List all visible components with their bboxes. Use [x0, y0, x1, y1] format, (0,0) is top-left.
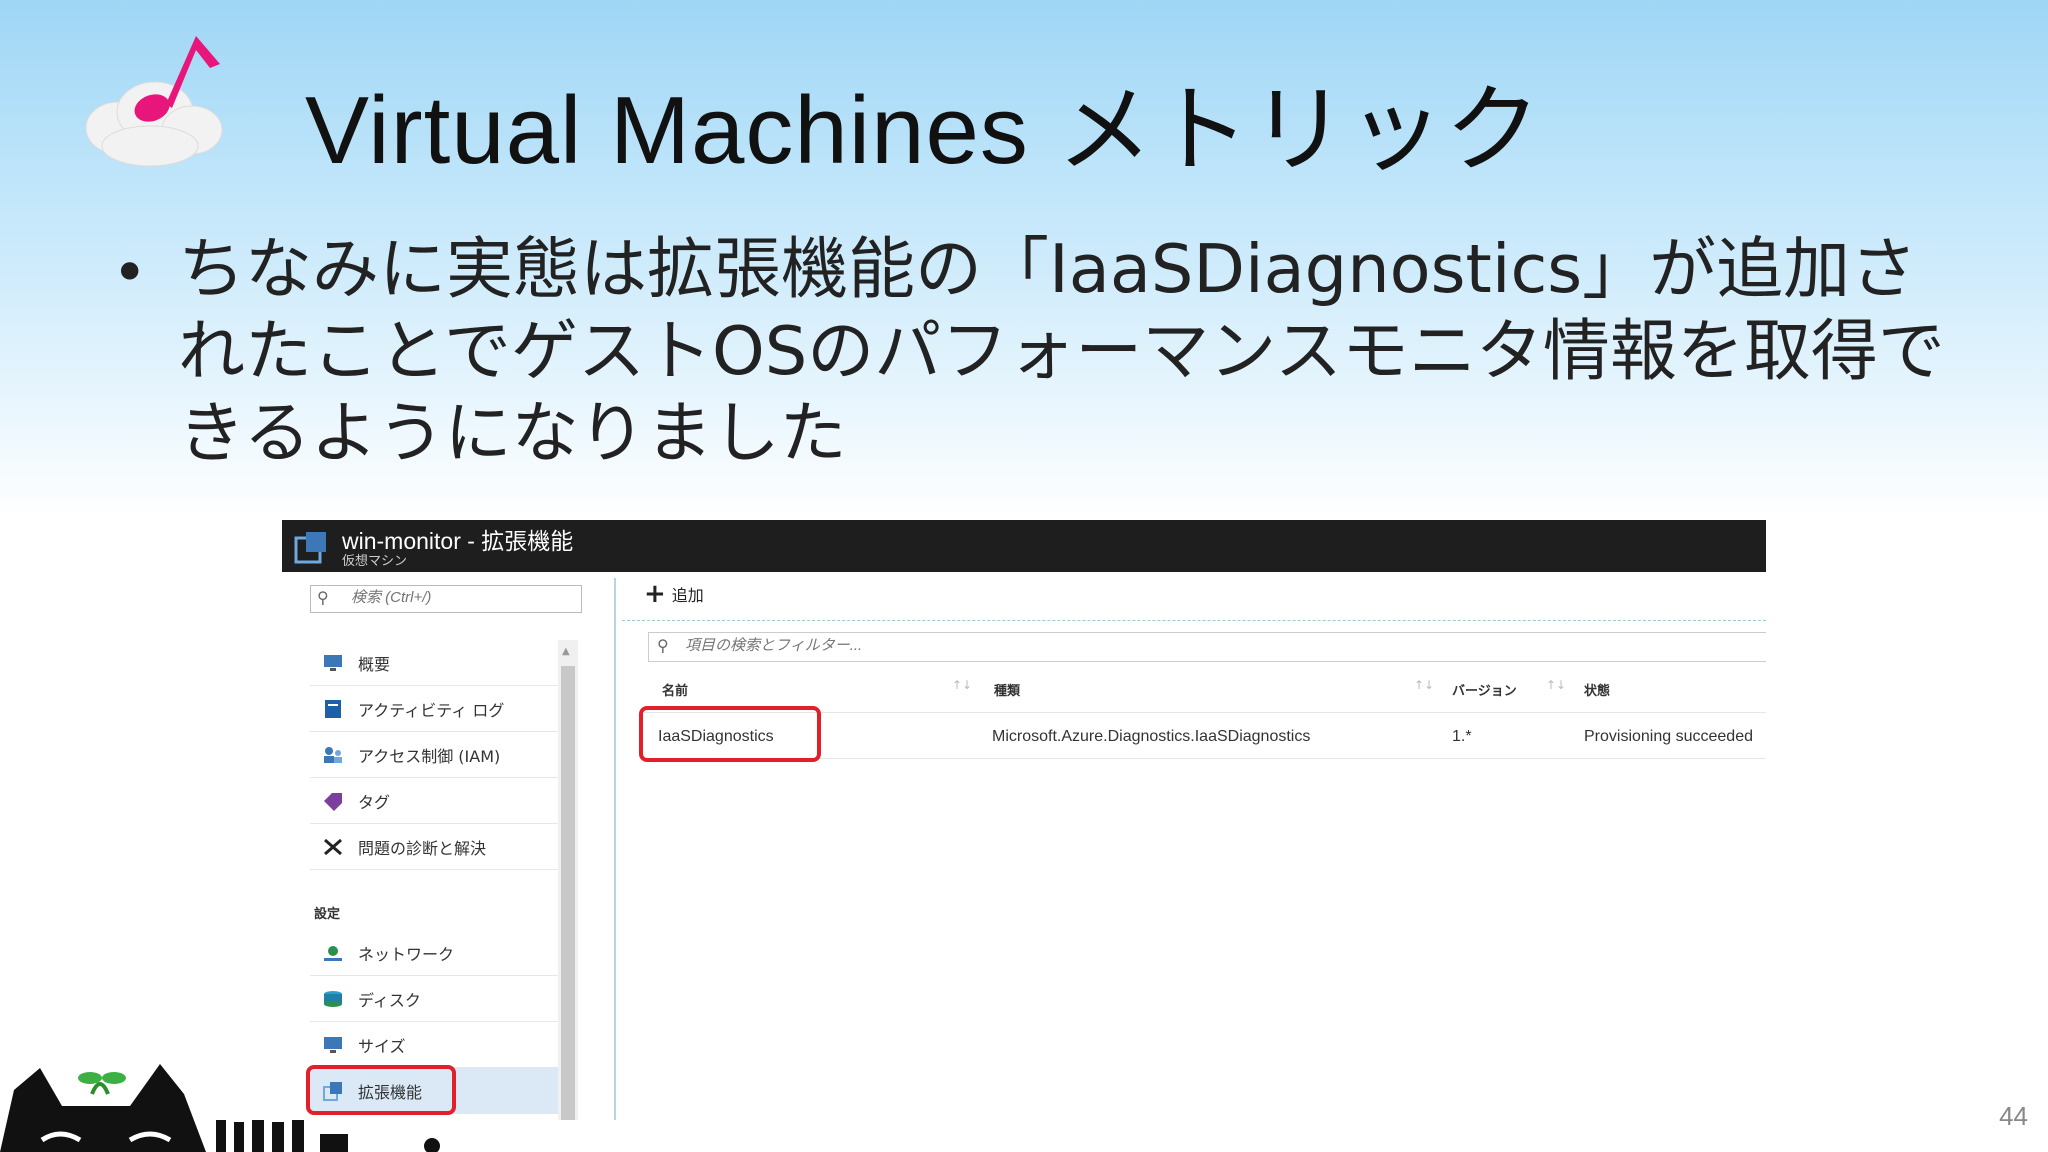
- monitor-icon: [324, 654, 342, 671]
- settings-section-header: 設定: [310, 870, 558, 930]
- plus-icon: +: [644, 579, 666, 609]
- sidebar-item-diagnose[interactable]: 問題の診断と解決: [310, 824, 558, 870]
- add-extension-button[interactable]: + 追加: [644, 579, 704, 609]
- sidebar-scrollbar[interactable]: ▲: [558, 640, 578, 1120]
- iaasdiagnostics-highlight-box: [639, 706, 821, 762]
- tools-icon: [324, 838, 342, 855]
- sidebar-search-input[interactable]: [349, 588, 573, 607]
- filter-input[interactable]: [683, 636, 1287, 655]
- network-icon: [324, 945, 342, 961]
- cloud-music-note-logo: [85, 36, 223, 167]
- sidebar-item-network[interactable]: ネットワーク: [310, 930, 558, 976]
- iam-icon: [324, 746, 342, 763]
- disk-icon: [324, 990, 342, 1007]
- sidebar-item-label: 問題の診断と解決: [358, 838, 487, 858]
- add-button-label: 追加: [671, 586, 704, 605]
- activity-log-icon: [325, 699, 341, 718]
- column-header-name[interactable]: 名前: [662, 680, 688, 699]
- sidebar-item-label: アクティビティ ログ: [358, 700, 505, 720]
- pane-divider: [614, 578, 616, 1120]
- blade-subtitle: 仮想マシン: [342, 554, 408, 569]
- search-icon: ⚲: [657, 636, 669, 655]
- sidebar-item-label: タグ: [358, 792, 391, 812]
- sidebar-item-label: アクセス制御 (IAM): [358, 746, 501, 766]
- sidebar-item-disk[interactable]: ディスク: [310, 976, 558, 1022]
- settings-section-label: 設定: [314, 907, 341, 922]
- sidebar-item-tags[interactable]: タグ: [310, 778, 558, 824]
- column-header-version[interactable]: バージョン: [1452, 680, 1517, 699]
- sidebar-search[interactable]: ⚲: [310, 585, 582, 613]
- blade-header: win-monitor - 拡張機能 仮想マシン: [282, 520, 1766, 572]
- cell-version: 1.*: [1452, 728, 1472, 745]
- filter-box[interactable]: ⚲: [648, 632, 1766, 662]
- cell-status: Provisioning succeeded: [1584, 728, 1753, 745]
- sidebar-nav: 概要 アクティビティ ログ アクセス制御 (IAM) タグ 問題の診断と解決 設…: [306, 640, 558, 1115]
- bullet-text: ちなみに実態は拡張機能の「IaaSDiagnostics」が追加されたことでゲス…: [178, 230, 1945, 472]
- sidebar-item-label: 概要: [358, 654, 391, 674]
- extension-blade-icon: [294, 532, 326, 564]
- page-number: 44: [1999, 1101, 2028, 1131]
- sort-icon[interactable]: ↑↓: [1546, 678, 1566, 692]
- sidebar-item-overview[interactable]: 概要: [310, 640, 558, 686]
- search-icon: ⚲: [317, 588, 329, 607]
- column-header-type[interactable]: 種類: [994, 680, 1020, 699]
- column-header-status[interactable]: 状態: [1584, 680, 1610, 699]
- cell-type: Microsoft.Azure.Diagnostics.IaaSDiagnost…: [992, 728, 1311, 745]
- sidebar-item-label: ネットワーク: [358, 944, 455, 964]
- sidebar-item-label: ディスク: [358, 990, 421, 1010]
- slide-title: Virtual Machines メトリック: [305, 77, 1542, 184]
- scrollbar-thumb[interactable]: [561, 666, 575, 1120]
- black-cat-mascot: [0, 1064, 440, 1152]
- sort-icon[interactable]: ↑↓: [1414, 678, 1434, 692]
- sidebar-item-activity-log[interactable]: アクティビティ ログ: [310, 686, 558, 732]
- bullet-marker: •: [112, 238, 148, 308]
- sort-icon[interactable]: ↑↓: [952, 678, 972, 692]
- toolbar-divider: [622, 620, 1766, 621]
- scroll-up-icon[interactable]: ▲: [562, 646, 570, 657]
- sidebar-item-iam[interactable]: アクセス制御 (IAM): [310, 732, 558, 778]
- portal-screenshot: win-monitor - 拡張機能 仮想マシン ⚲ 概要 アクティビティ ログ…: [282, 520, 1766, 1120]
- tag-icon: [324, 792, 342, 811]
